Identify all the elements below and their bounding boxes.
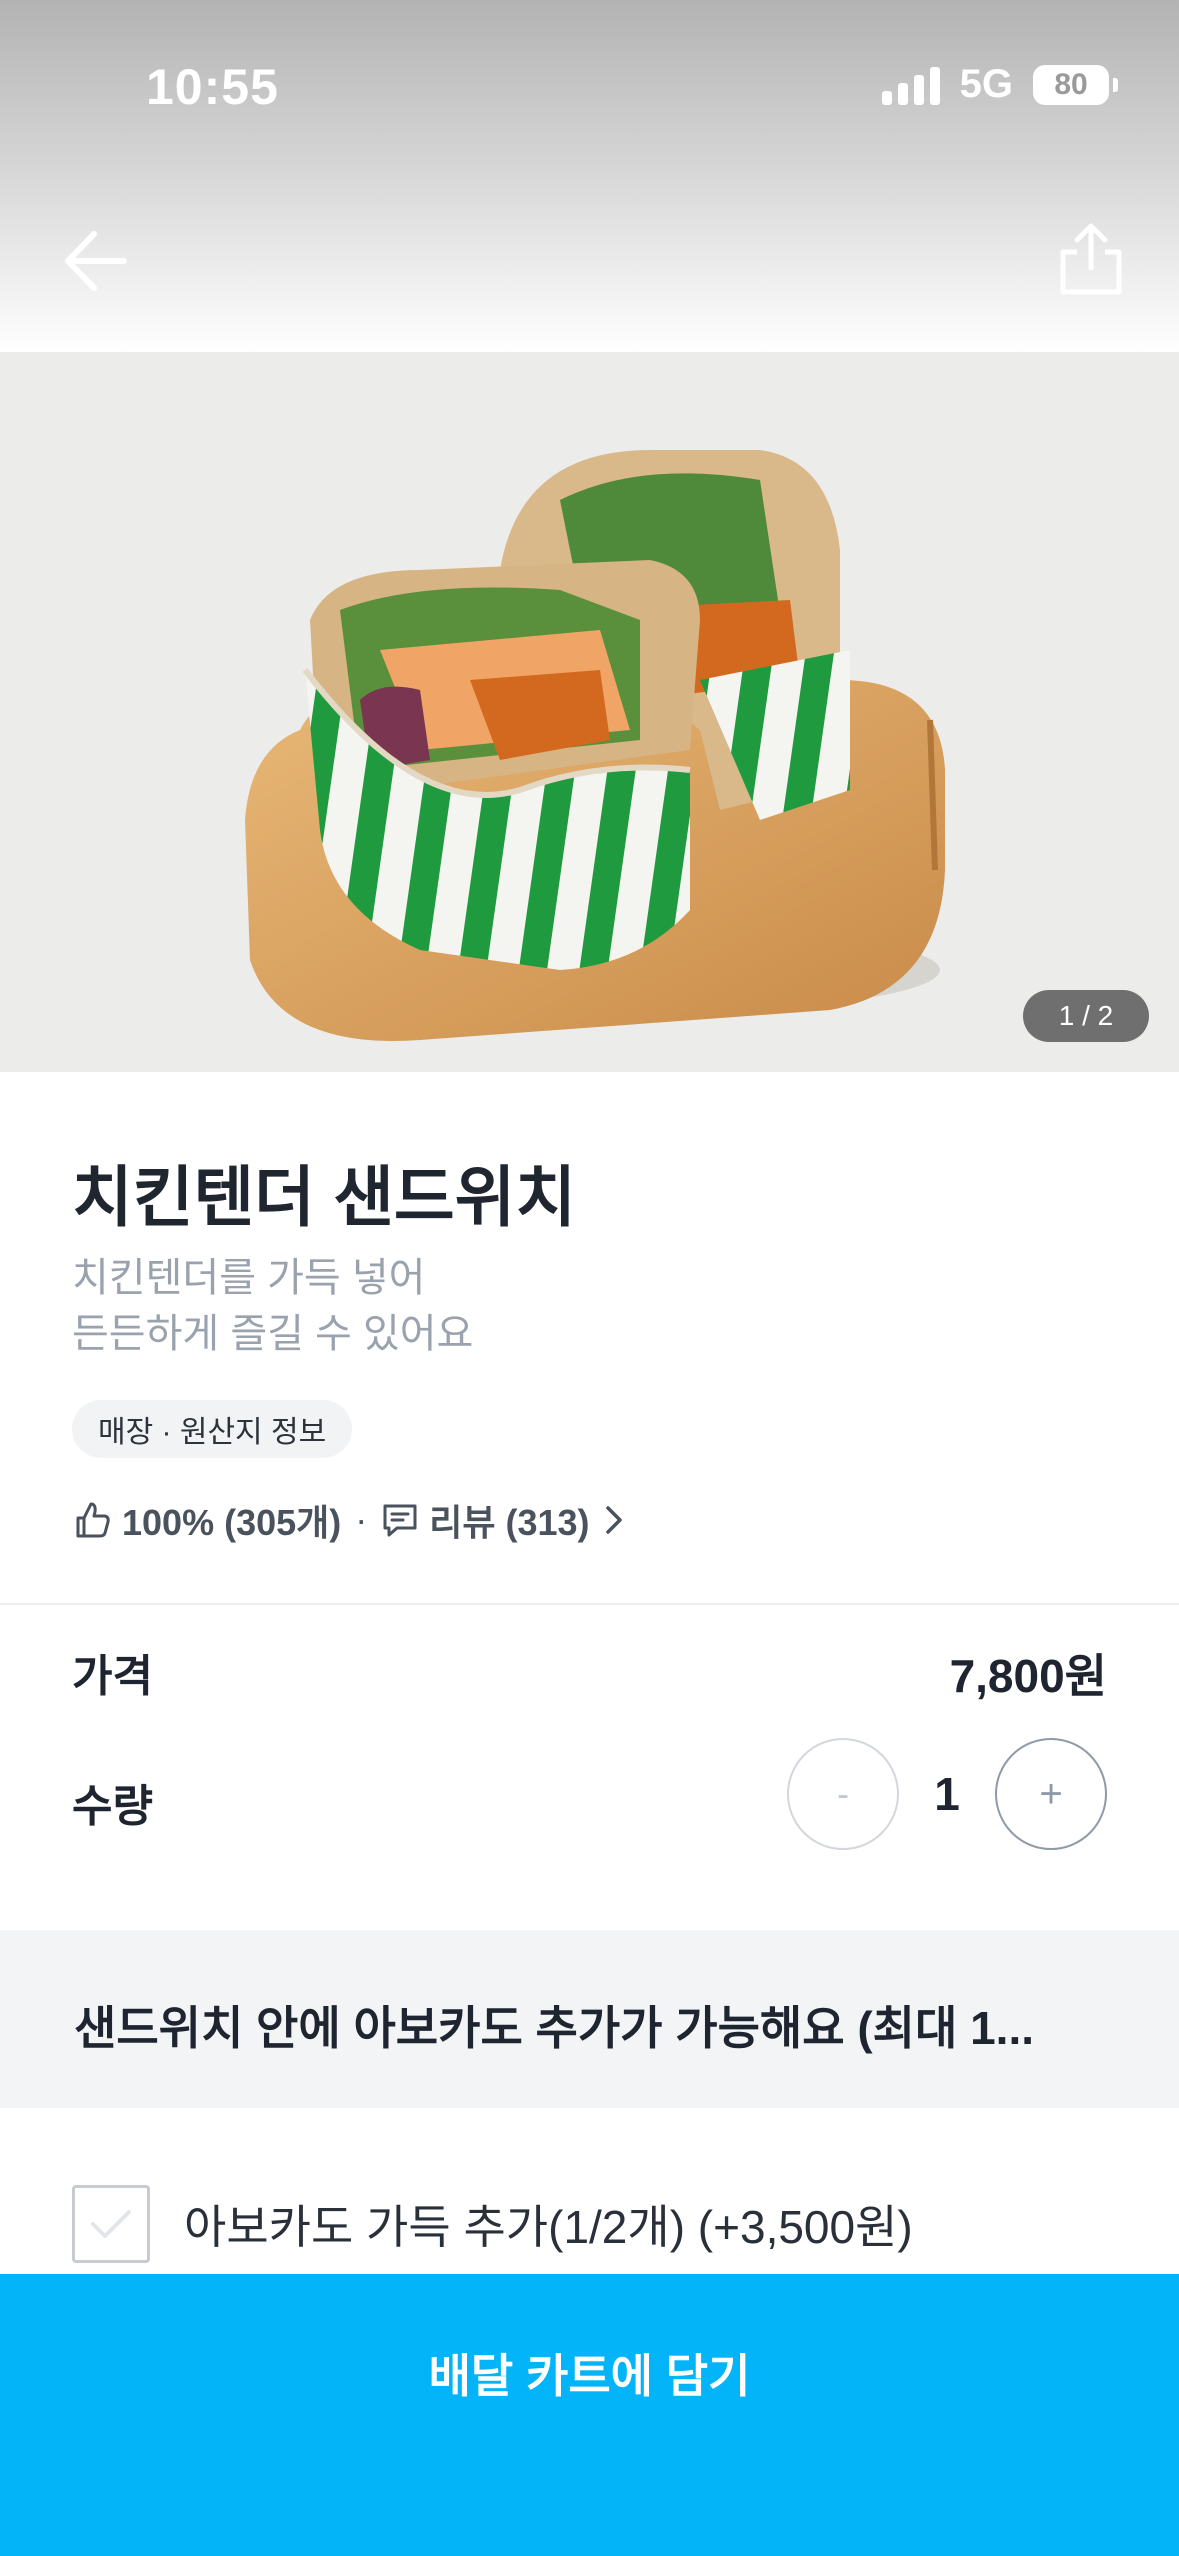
network-label: 5G bbox=[959, 62, 1013, 106]
price-label: 가격 bbox=[72, 1652, 153, 1701]
status-time: 10:55 bbox=[146, 59, 279, 115]
review-count: 리뷰 (313) bbox=[429, 1502, 590, 1543]
product-title: 치킨텐더 샌드위치 bbox=[72, 1160, 577, 1234]
thumbs-up-icon bbox=[76, 1502, 110, 1538]
description-line: 치킨텐더를 가득 넣어 bbox=[72, 1256, 426, 1300]
chevron-right-icon bbox=[605, 1506, 622, 1534]
battery-level: 80 bbox=[1054, 67, 1088, 101]
rating-text: 100% (305개) bbox=[122, 1502, 342, 1543]
option-checkbox[interactable] bbox=[72, 2185, 150, 2263]
signal-icon bbox=[881, 65, 940, 105]
add-to-cart-button[interactable]: 배달 카트에 담기 bbox=[0, 2274, 1179, 2556]
share-button[interactable] bbox=[1051, 220, 1131, 300]
add-to-cart-label: 배달 카트에 담기 bbox=[428, 2350, 751, 2402]
quantity-stepper: - 1 + bbox=[787, 1738, 1107, 1850]
status-icons: 5G 80 bbox=[881, 62, 1118, 107]
review-icon bbox=[383, 1504, 417, 1537]
battery-icon: 80 bbox=[1033, 64, 1118, 105]
option-section-title: 샌드위치 안에 아보카도 추가가 가능해요 (최대 1... bbox=[74, 2002, 1035, 2054]
product-image[interactable]: 1 / 2 bbox=[0, 350, 1179, 1072]
arrow-left-icon bbox=[65, 231, 127, 291]
divider bbox=[0, 1603, 1179, 1605]
check-icon bbox=[91, 2210, 131, 2238]
share-icon bbox=[1060, 223, 1122, 295]
quantity-label: 수량 bbox=[72, 1782, 153, 1831]
option-item-avocado[interactable]: 아보카도 가득 추가(1/2개) (+3,500원) bbox=[72, 2185, 913, 2263]
rating-reviews-link[interactable]: 100% (305개) · 리뷰 (313) bbox=[72, 1490, 628, 1550]
separator-dot: · bbox=[355, 1499, 368, 1540]
increase-button[interactable]: + bbox=[995, 1738, 1107, 1850]
product-description: 치킨텐더를 가득 넣어 든든하게 즐길 수 있어요 bbox=[72, 1250, 972, 1362]
back-button[interactable] bbox=[60, 228, 130, 294]
sandwich-illustration bbox=[245, 450, 945, 1041]
decrease-button[interactable]: - bbox=[787, 1738, 899, 1850]
image-counter: 1 / 2 bbox=[1023, 990, 1149, 1042]
top-bar: 10:55 5G 80 bbox=[0, 0, 1179, 352]
quantity-value: 1 bbox=[934, 1768, 960, 1820]
description-line: 든든하게 즐길 수 있어요 bbox=[72, 1312, 474, 1356]
price-value: 7,800원 bbox=[949, 1650, 1107, 1702]
origin-info-button[interactable]: 매장 · 원산지 정보 bbox=[72, 1400, 353, 1458]
option-section-header: 샌드위치 안에 아보카도 추가가 가능해요 (최대 1... bbox=[0, 1930, 1179, 2108]
option-label: 아보카도 가득 추가(1/2개) (+3,500원) bbox=[184, 2201, 913, 2253]
